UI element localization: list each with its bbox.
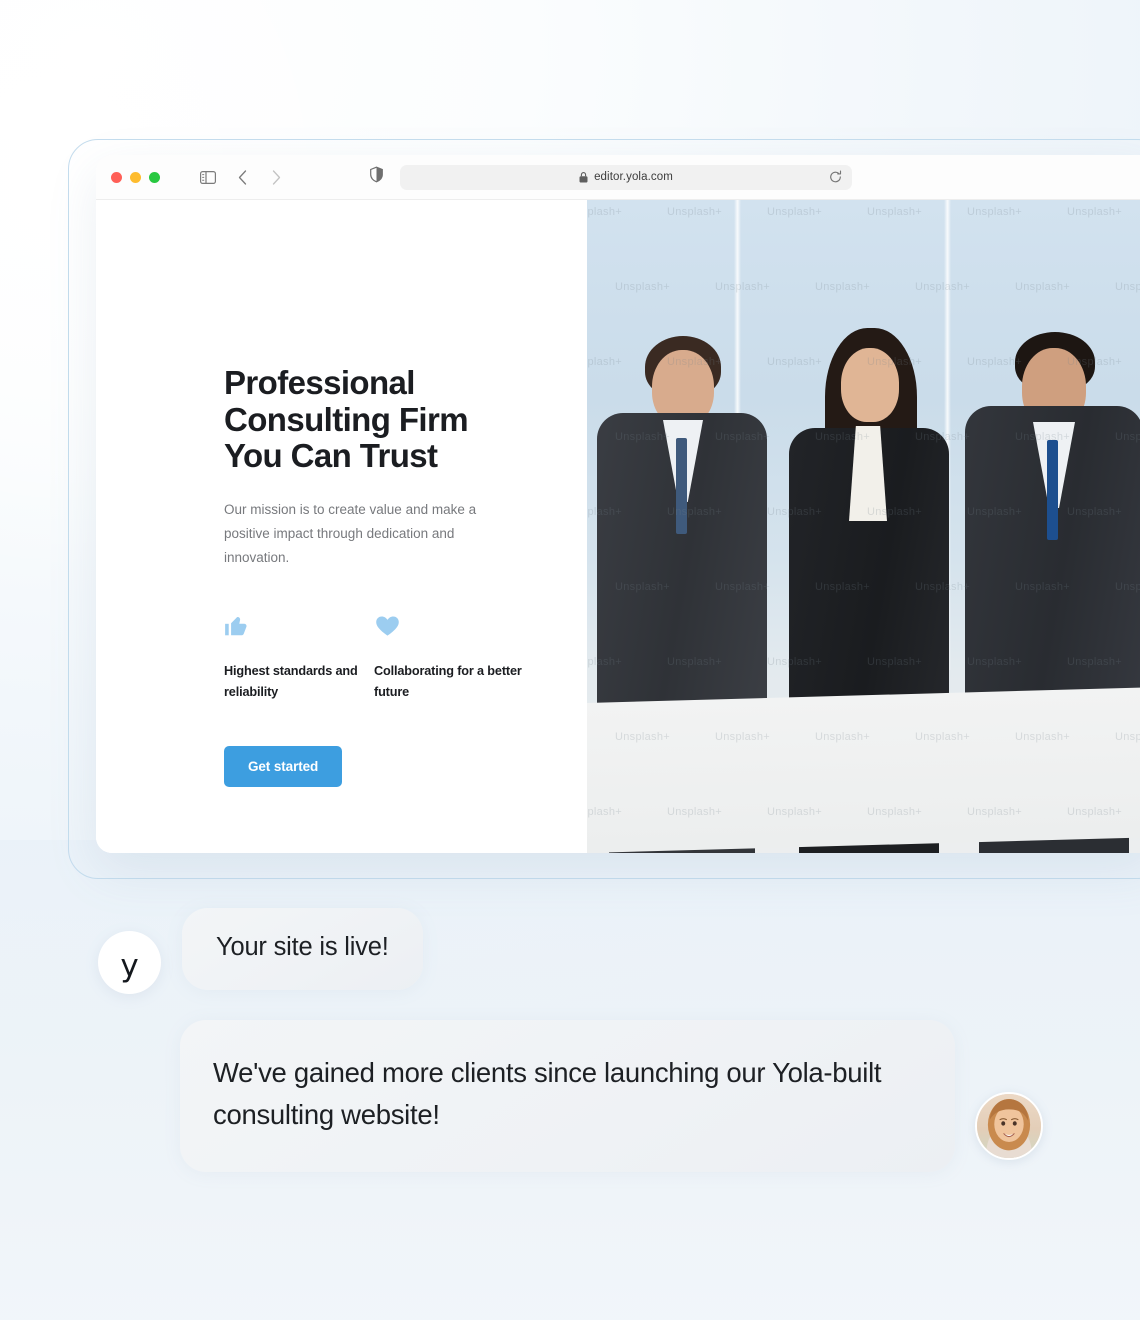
thumbs-up-icon: [224, 609, 374, 639]
chat-bubble-text: We've gained more clients since launchin…: [213, 1057, 882, 1130]
shield-icon[interactable]: [370, 166, 383, 188]
chat-message-brand: y Your site is live!: [98, 908, 423, 994]
floor: [587, 687, 1140, 853]
feature-label: Highest standards and reliability: [224, 663, 358, 700]
necktie: [676, 438, 687, 534]
address-bar[interactable]: editor.yola.com: [400, 164, 852, 190]
feature-label: Collaborating for a better future: [374, 663, 522, 700]
reload-icon[interactable]: [829, 170, 842, 184]
hero-title: Professional Consulting Firm You Can Tru…: [224, 364, 469, 474]
chat-message-user: We've gained more clients since launchin…: [180, 1020, 955, 1172]
user-photo-avatar: [975, 1092, 1043, 1160]
website-preview: Professional Consulting Firm You Can Tru…: [96, 200, 1140, 853]
hero-text-column: Professional Consulting Firm You Can Tru…: [96, 200, 587, 853]
sidebar-toggle-icon[interactable]: [198, 167, 218, 187]
lock-icon: [579, 171, 588, 183]
yola-logo-avatar: y: [98, 931, 161, 994]
url-text: editor.yola.com: [594, 171, 673, 183]
yola-logo-letter: y: [120, 948, 139, 984]
feature-list: Highest standards and reliability Collab…: [224, 609, 524, 704]
hero-image: Unsplash+Unsplash+Unsplash+Unsplash+Unsp…: [587, 200, 1140, 853]
forward-button[interactable]: [266, 167, 286, 187]
chat-bubble: Your site is live!: [182, 908, 423, 990]
person-left: [597, 328, 767, 853]
feature-item: Highest standards and reliability: [224, 609, 374, 704]
heart-icon: [374, 609, 524, 639]
navigation-controls: [198, 167, 286, 187]
address-bar-content: editor.yola.com: [579, 171, 673, 183]
minimize-window-button[interactable]: [130, 171, 141, 183]
address-bar-container: editor.yola.com: [370, 164, 852, 190]
feature-item: Collaborating for a better future: [374, 609, 524, 704]
get-started-button[interactable]: Get started: [224, 745, 343, 787]
hero-subtitle: Our mission is to create value and make …: [224, 501, 477, 565]
back-button[interactable]: [232, 167, 252, 187]
chat-bubble-text: Your site is live!: [216, 933, 389, 961]
head: [841, 348, 899, 422]
hero-copy: Professional Consulting Firm You Can Tru…: [224, 364, 524, 787]
maximize-window-button[interactable]: [149, 171, 160, 183]
necktie: [1047, 440, 1058, 540]
browser-window: editor.yola.com Professional Consulting …: [96, 155, 1140, 853]
window-controls: [111, 171, 160, 183]
browser-toolbar: editor.yola.com: [96, 155, 1140, 200]
chat-bubble: We've gained more clients since launchin…: [180, 1020, 955, 1172]
close-window-button[interactable]: [111, 171, 122, 183]
